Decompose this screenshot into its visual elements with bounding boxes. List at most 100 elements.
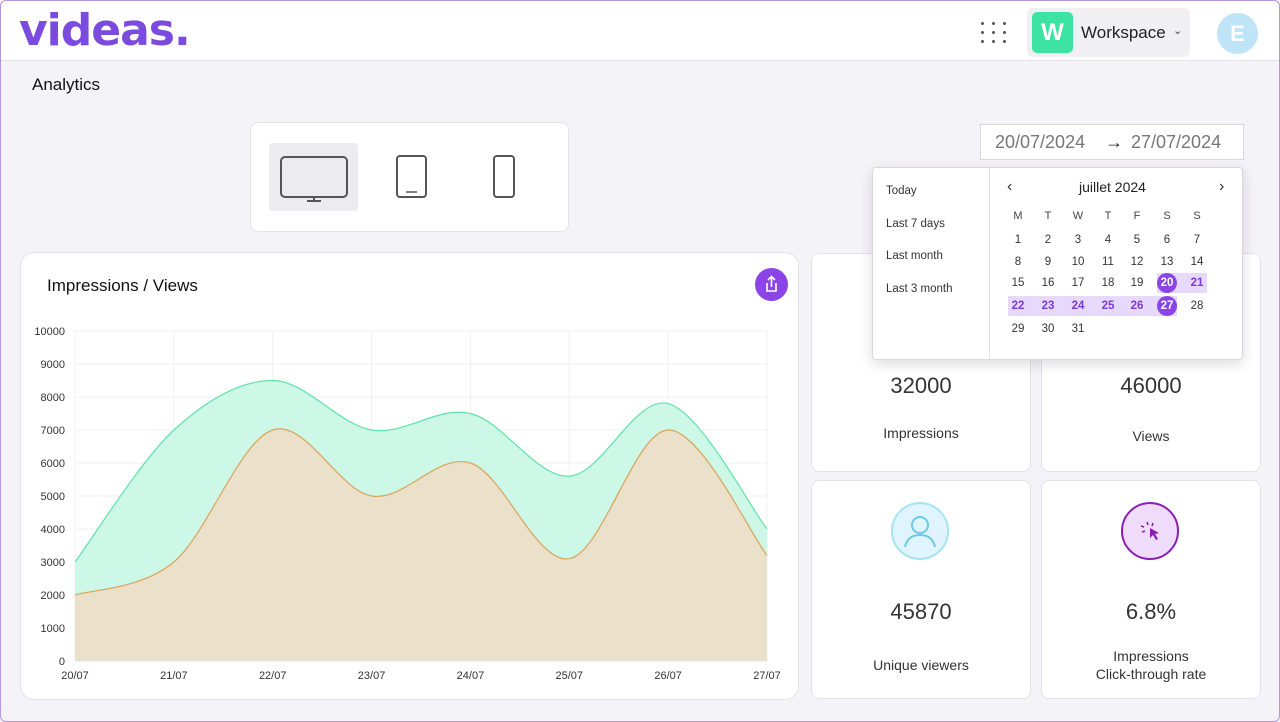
calendar-day[interactable]: 1 — [1006, 230, 1030, 250]
y-tick-label: 3000 — [41, 557, 65, 569]
stat-label: Unique viewers — [873, 657, 969, 673]
calendar-day[interactable]: 17 — [1066, 273, 1090, 293]
weekday-label: T — [1044, 210, 1052, 222]
calendar-day[interactable]: 16 — [1036, 273, 1060, 293]
x-tick-label: 21/07 — [160, 670, 188, 682]
selected-range-band — [1008, 296, 1177, 316]
calendar-day[interactable]: 4 — [1096, 230, 1120, 250]
stat-value: 6.8% — [1125, 599, 1177, 624]
stat-label: Views — [1132, 428, 1170, 444]
stat-label: Impressions Click-through rate — [1042, 647, 1260, 683]
y-tick-label: 9000 — [41, 359, 65, 371]
stat-label-line1: Impressions — [1113, 648, 1189, 664]
calendar-day[interactable]: 8 — [1006, 252, 1030, 272]
calendar-day[interactable]: 14 — [1185, 252, 1209, 272]
top-bar: videas. W Workspace ⌄ E — [1, 1, 1279, 61]
previous-month-icon[interactable]: ‹ — [1007, 178, 1012, 196]
workspace-badge: W — [1032, 12, 1073, 53]
preset-last-3-month[interactable]: Last 3 month — [886, 283, 952, 295]
date-start: 20/07/2024 — [995, 132, 1086, 152]
y-tick-label: 2000 — [41, 590, 65, 602]
mobile-icon — [493, 155, 515, 198]
y-tick-label: 1000 — [41, 623, 65, 635]
workspace-label: Workspace — [1081, 23, 1166, 42]
calendar-day[interactable]: 6 — [1155, 230, 1179, 250]
calendar-day[interactable]: 10 — [1066, 252, 1090, 272]
next-month-icon[interactable]: › — [1219, 178, 1224, 196]
calendar-month-label: juillet 2024 — [1079, 179, 1146, 195]
y-tick-label: 7000 — [41, 425, 65, 437]
device-mobile-button[interactable] — [459, 143, 548, 211]
calendar-day[interactable]: 7 — [1185, 230, 1209, 250]
calendar-day[interactable]: 31 — [1066, 319, 1090, 339]
calendar-day[interactable]: 12 — [1125, 252, 1149, 272]
weekday-label: W — [1072, 210, 1084, 222]
stat-value: 32000 — [890, 373, 952, 398]
weekday-label: M — [1013, 210, 1023, 222]
x-tick-label: 22/07 — [259, 670, 287, 682]
stat-value: 46000 — [1120, 373, 1182, 398]
weekday-label: T — [1104, 210, 1112, 222]
grid-dots-icon[interactable] — [979, 20, 1007, 48]
calendar-day[interactable]: 26 — [1125, 296, 1149, 316]
weekday-label: F — [1133, 210, 1141, 222]
stat-card-unique-viewers: 45870 Unique viewers — [811, 480, 1031, 699]
stat-value: 45870 — [890, 599, 952, 624]
impressions-views-chart-card: Impressions / Views 0 1000 2000 3000 4000 500… — [20, 252, 799, 700]
device-tablet-button[interactable] — [367, 143, 456, 211]
calendar-day[interactable]: 13 — [1155, 252, 1179, 272]
x-tick-label: 26/07 — [654, 670, 682, 682]
calendar-day[interactable]: 27 — [1155, 296, 1179, 316]
calendar-day[interactable]: 25 — [1096, 296, 1120, 316]
preset-today[interactable]: Today — [886, 185, 917, 197]
stat-label-line2: Click-through rate — [1095, 666, 1207, 682]
calendar-day[interactable]: 29 — [1006, 319, 1030, 339]
y-tick-label: 10000 — [34, 326, 65, 338]
calendar-day[interactable]: 9 — [1036, 252, 1060, 272]
preset-last-month[interactable]: Last month — [886, 250, 943, 262]
calendar-day[interactable]: 2 — [1036, 230, 1060, 250]
calendar-day[interactable]: 19 — [1125, 273, 1149, 293]
preset-last-7-days[interactable]: Last 7 days — [886, 218, 945, 230]
area-chart: 0 1000 2000 3000 4000 5000 6000 7000 8000 9000 100… — [34, 326, 781, 682]
x-tick-label: 27/07 — [753, 670, 781, 682]
x-tick-label: 20/07 — [61, 670, 89, 682]
y-tick-label: 0 — [59, 656, 65, 668]
arrow-right-icon: → — [1105, 132, 1123, 152]
calendar-day[interactable]: 20 — [1155, 273, 1179, 293]
page-title: Analytics — [32, 75, 101, 94]
calendar-day[interactable]: 24 — [1066, 296, 1090, 316]
device-selector — [250, 122, 569, 232]
calendar-day[interactable]: 21 — [1185, 273, 1209, 293]
chevron-down-icon: ⌄ — [1173, 25, 1183, 37]
x-tick-label: 25/07 — [556, 670, 584, 682]
date-range-picker: Today Last 7 days Last month Last 3 mont… — [872, 167, 1243, 360]
desktop-icon — [280, 156, 348, 202]
device-desktop-button[interactable] — [269, 143, 358, 211]
y-tick-label: 6000 — [41, 458, 65, 470]
logo[interactable]: videas. — [19, 5, 191, 56]
picker-presets: Today Last 7 days Last month Last 3 mont… — [873, 168, 990, 359]
calendar-day[interactable]: 30 — [1036, 319, 1060, 339]
avatar[interactable]: E — [1217, 13, 1258, 54]
y-tick-label: 4000 — [41, 524, 65, 536]
weekday-label: S — [1163, 210, 1171, 222]
cursor-click-icon — [1121, 502, 1179, 560]
weekday-label: S — [1193, 210, 1201, 222]
y-tick-label: 8000 — [41, 392, 65, 404]
calendar-day[interactable]: 22 — [1006, 296, 1030, 316]
calendar-day[interactable]: 23 — [1036, 296, 1060, 316]
calendar-day[interactable]: 15 — [1006, 273, 1030, 293]
stat-card-ctr: 6.8% Impressions Click-through rate — [1041, 480, 1261, 699]
calendar-day[interactable]: 18 — [1096, 273, 1120, 293]
user-icon — [891, 502, 949, 560]
calendar-day[interactable]: 5 — [1125, 230, 1149, 250]
date-range-input[interactable]: 20/07/2024 → 27/07/2024 — [980, 124, 1244, 160]
workspace-switcher[interactable]: W Workspace ⌄ — [1027, 8, 1190, 57]
calendar-day[interactable]: 3 — [1066, 230, 1090, 250]
tablet-icon — [396, 155, 427, 198]
x-tick-label: 24/07 — [457, 670, 485, 682]
calendar-day[interactable]: 28 — [1185, 296, 1209, 316]
calendar-day[interactable]: 11 — [1096, 252, 1120, 272]
x-tick-label: 23/07 — [358, 670, 386, 682]
